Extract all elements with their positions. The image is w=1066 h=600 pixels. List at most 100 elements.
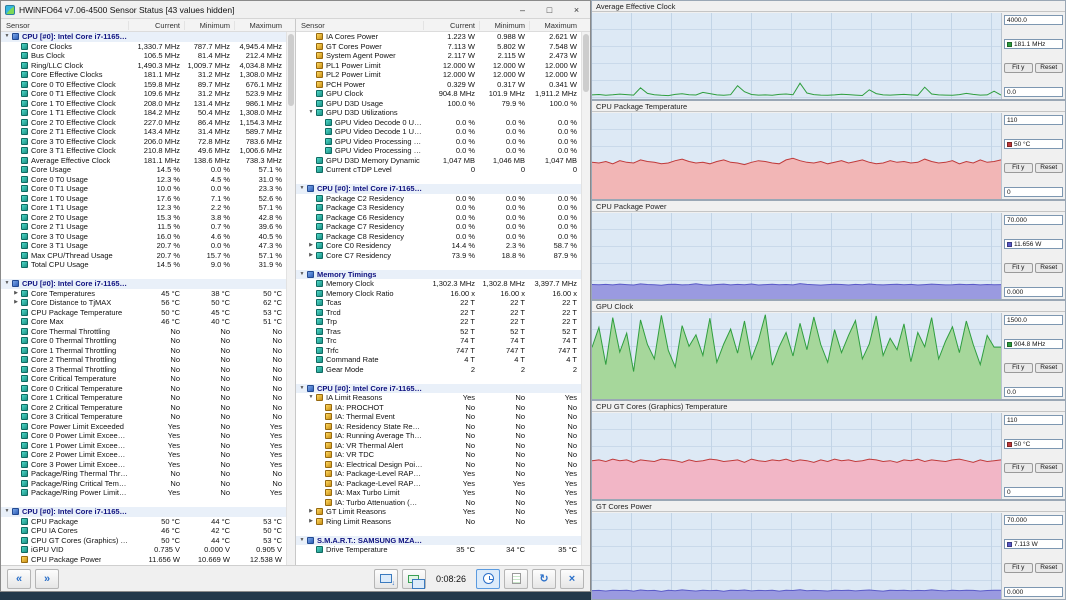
sensor-row[interactable]: Memory Clock1,302.3 MHz1,302.8 MHz3,397.… <box>296 279 581 289</box>
sensor-row[interactable]: Core 1 T0 Usage17.6 %7.1 %52.6 % <box>1 194 286 204</box>
sensor-row[interactable]: Trfc747 T747 T747 T <box>296 346 581 356</box>
axis-min-box[interactable]: 0 <box>1004 487 1063 497</box>
sensor-row[interactable]: CPU Package Temperature50 °C45 °C53 °C <box>1 308 286 318</box>
reset-button[interactable]: Reset <box>1035 363 1064 373</box>
sensor-row[interactable]: Core 0 T0 Effective Clock159.8 MHz89.7 M… <box>1 80 286 90</box>
sensor-row[interactable]: IA: Turbo Attenuation (MCT)NoNoYes <box>296 498 581 508</box>
axis-max-box[interactable]: 70.000 <box>1004 215 1063 225</box>
column-header[interactable]: Sensor Current Minimum Maximum <box>296 19 590 32</box>
sensor-row[interactable]: GPU Video Processing 1 Usage0.0 %0.0 %0.… <box>296 146 581 156</box>
sensor-row[interactable]: IA: Package-Level RAPL/PBM PL1YesNoYes <box>296 469 581 479</box>
taskbar[interactable] <box>0 592 591 600</box>
sensor-row[interactable]: Core 1 Thermal ThrottlingNoNoNo <box>1 346 286 356</box>
sensor-group-header[interactable]: ▼S.M.A.R.T.: SAMSUNG MZALQ512HALU-0... <box>296 536 581 546</box>
sensor-row[interactable]: Core Power Limit ExceededYesNoYes <box>1 422 286 432</box>
graph-title[interactable]: CPU Package Power <box>592 201 1065 212</box>
sensor-row[interactable]: Core 1 Power Limit ExceededYesNoYes <box>1 441 286 451</box>
col-minimum[interactable]: Minimum <box>184 21 234 30</box>
sensor-row[interactable]: Core 0 T0 Usage12.3 %4.5 %31.0 % <box>1 175 286 185</box>
fit-y-button[interactable]: Fit y <box>1004 463 1033 473</box>
sensor-row[interactable]: Core 1 T1 Effective Clock184.2 MHz50.4 M… <box>1 108 286 118</box>
sensor-row[interactable]: IA: Package-Level RAPL/PBM PL2,PL3YesYes… <box>296 479 581 489</box>
current-value-box[interactable]: 50 °C <box>1004 139 1063 149</box>
sensor-row[interactable]: iGPU VID0.735 V0.000 V0.905 V <box>1 545 286 555</box>
fit-y-button[interactable]: Fit y <box>1004 163 1033 173</box>
current-value-box[interactable]: 181.1 MHz <box>1004 39 1063 49</box>
sensor-row[interactable]: Trp22 T22 T22 T <box>296 317 581 327</box>
current-value-box[interactable]: 7.113 W <box>1004 539 1063 549</box>
axis-min-box[interactable]: 0.000 <box>1004 587 1063 597</box>
maximize-button[interactable]: □ <box>536 1 563 18</box>
close-sensors-button[interactable]: × <box>560 569 584 589</box>
sensor-row[interactable]: Total CPU Usage14.5 %9.0 %31.9 % <box>1 260 286 270</box>
reset-minmax-button[interactable]: ↻ <box>532 569 556 589</box>
minimize-button[interactable]: – <box>509 1 536 18</box>
col-sensor[interactable]: Sensor <box>1 21 128 30</box>
axis-max-box[interactable]: 1500.0 <box>1004 315 1063 325</box>
current-value-box[interactable]: 11.656 W <box>1004 239 1063 249</box>
sensor-row[interactable]: IA: Running Average Thermal LimitNoNoNo <box>296 431 581 441</box>
sensor-row[interactable]: IA Cores Power1.223 W0.988 W2.621 W <box>296 32 581 42</box>
reset-button[interactable]: Reset <box>1035 563 1064 573</box>
sensor-row[interactable]: Core 0 Thermal ThrottlingNoNoNo <box>1 336 286 346</box>
sensor-row[interactable]: Core Critical TemperatureNoNoNo <box>1 374 286 384</box>
axis-max-box[interactable]: 70.000 <box>1004 515 1063 525</box>
sensor-row[interactable]: Core 3 T1 Effective Clock210.8 MHz49.6 M… <box>1 146 286 156</box>
sensor-row[interactable]: Package C7 Residency0.0 %0.0 %0.0 % <box>296 222 581 232</box>
logging-button[interactable] <box>504 569 528 589</box>
sensor-row[interactable]: CPU GT Cores (Graphics) Temperature50 °C… <box>1 536 286 546</box>
sensor-row[interactable]: GT Cores Power7.113 W5.802 W7.548 W <box>296 42 581 52</box>
sensor-row[interactable]: GPU Video Processing 0 Usage0.0 %0.0 %0.… <box>296 137 581 147</box>
col-current[interactable]: Current <box>423 21 479 30</box>
sensor-group-header[interactable]: ▼CPU [#0]: Intel Core i7-1165G7: Perform… <box>296 384 581 394</box>
graph-title[interactable]: CPU Package Temperature <box>592 101 1065 112</box>
current-value-box[interactable]: 904.8 MHz <box>1004 339 1063 349</box>
sensor-row[interactable]: Package C3 Residency0.0 %0.0 %0.0 % <box>296 203 581 213</box>
graph-title[interactable]: Average Effective Clock <box>592 1 1065 12</box>
sensor-row[interactable]: Core 3 T0 Usage16.0 %4.6 %40.5 % <box>1 232 286 242</box>
col-maximum[interactable]: Maximum <box>234 21 286 30</box>
sensor-row[interactable]: CPU Package50 °C44 °C53 °C <box>1 517 286 527</box>
sensor-group-header[interactable]: ▼CPU [#0]: Intel Core i7-1165G7 <box>1 32 286 42</box>
sensor-row[interactable]: Trcd22 T22 T22 T <box>296 308 581 318</box>
sensor-row[interactable]: Core 3 T0 Effective Clock206.0 MHz72.8 M… <box>1 137 286 147</box>
sensor-row[interactable]: Package/Ring Critical TemperatureNoNoNo <box>1 479 286 489</box>
sensor-row[interactable]: IA: PROCHOTNoNoNo <box>296 403 581 413</box>
sensor-row[interactable]: Core 2 T1 Usage11.5 %0.7 %39.6 % <box>1 222 286 232</box>
current-value-box[interactable]: 50 °C <box>1004 439 1063 449</box>
sensor-row[interactable]: GPU D3D Usage100.0 %79.9 %100.0 % <box>296 99 581 109</box>
fit-y-button[interactable]: Fit y <box>1004 563 1033 573</box>
sensor-row[interactable]: Core 1 T1 Usage12.3 %2.2 %57.1 % <box>1 203 286 213</box>
sensor-row[interactable]: IA: Max Turbo LimitYesNoYes <box>296 488 581 498</box>
graph-title[interactable]: GPU Clock <box>592 301 1065 312</box>
sensor-row[interactable]: GPU Video Decode 1 Usage0.0 %0.0 %0.0 % <box>296 127 581 137</box>
scrollbar-thumb[interactable] <box>583 34 589 92</box>
graph-title[interactable]: GT Cores Power <box>592 501 1065 512</box>
sensor-row[interactable]: PCH Power0.329 W0.317 W0.341 W <box>296 80 581 90</box>
sensor-row[interactable]: Core Max46 °C40 °C51 °C <box>1 317 286 327</box>
sensor-row[interactable]: Core Usage14.5 %0.0 %57.1 % <box>1 165 286 175</box>
sensor-row[interactable]: IA: VR Thermal AlertNoNoNo <box>296 441 581 451</box>
sensor-row[interactable]: ▶GT Limit ReasonsYesNoYes <box>296 507 581 517</box>
sensor-row[interactable]: IA: VR TDCNoNoNo <box>296 450 581 460</box>
sensor-row[interactable]: Drive Temperature35 °C34 °C35 °C <box>296 545 581 555</box>
sensor-row[interactable]: IA: Thermal EventNoNoNo <box>296 412 581 422</box>
dual-view-button[interactable] <box>402 569 426 589</box>
sensor-row[interactable]: Core 0 Power Limit ExceededYesNoYes <box>1 431 286 441</box>
sensor-row[interactable]: GPU D3D Memory Dynamic1,047 MB1,046 MB1,… <box>296 156 581 166</box>
sensor-row[interactable]: System Agent Power2.117 W2.115 W2.473 W <box>296 51 581 61</box>
sensor-row[interactable]: Package/Ring Thermal ThrottlingNoNoNo <box>1 469 286 479</box>
sensor-row[interactable]: GPU Clock904.8 MHz101.9 MHz1,911.2 MHz <box>296 89 581 99</box>
close-button[interactable]: × <box>563 1 590 18</box>
sensor-row[interactable]: Package C8 Residency0.0 %0.0 %0.0 % <box>296 232 581 242</box>
sensor-row[interactable]: Tras52 T52 T52 T <box>296 327 581 337</box>
sensor-row[interactable]: Core 2 Thermal ThrottlingNoNoNo <box>1 355 286 365</box>
sensor-row[interactable]: Core 0 Critical TemperatureNoNoNo <box>1 384 286 394</box>
sensor-row[interactable]: ▶Core C0 Residency14.4 %2.3 %58.7 % <box>296 241 581 251</box>
column-header[interactable]: Sensor Current Minimum Maximum <box>1 19 295 32</box>
sensor-row[interactable]: Core 2 T1 Effective Clock143.4 MHz31.4 M… <box>1 127 286 137</box>
axis-max-box[interactable]: 4000.0 <box>1004 15 1063 25</box>
sensor-row[interactable]: Trc74 T74 T74 T <box>296 336 581 346</box>
clock-button[interactable] <box>476 569 500 589</box>
axis-min-box[interactable]: 0 <box>1004 187 1063 197</box>
